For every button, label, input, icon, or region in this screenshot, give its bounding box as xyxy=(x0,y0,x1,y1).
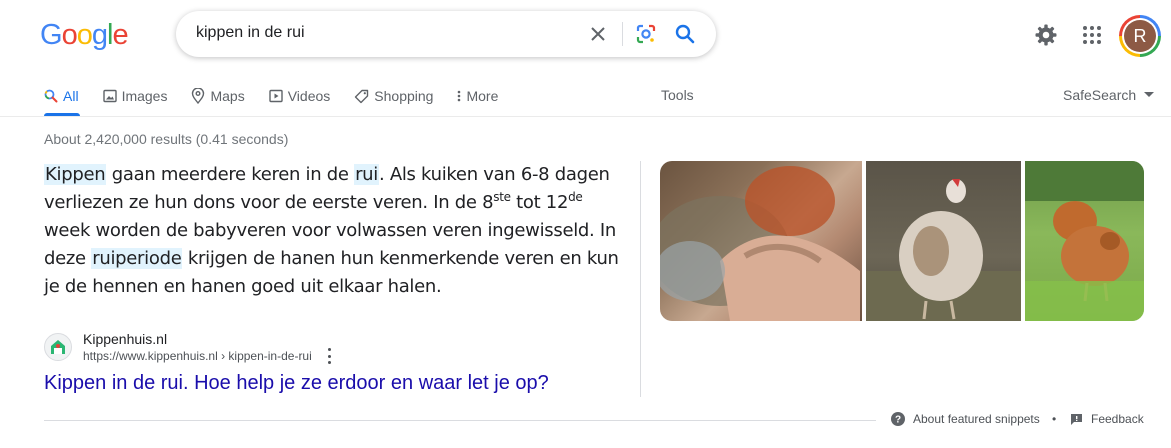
result-stats: About 2,420,000 results (0.41 seconds) xyxy=(44,131,289,147)
logo-letter: o xyxy=(61,19,78,51)
settings-gear-icon[interactable] xyxy=(1034,23,1058,47)
tab-images[interactable]: Images xyxy=(102,84,168,108)
help-icon: ? xyxy=(891,412,905,426)
header-divider xyxy=(0,116,1171,117)
tab-label: Shopping xyxy=(374,88,434,104)
snippet-image-hens-garden[interactable] xyxy=(1025,161,1144,321)
logo-letter: G xyxy=(40,19,63,51)
search-input[interactable]: kippen in de rui xyxy=(196,24,305,42)
tab-shopping[interactable]: Shopping xyxy=(354,84,433,108)
caret-down-icon xyxy=(1144,92,1155,98)
snippet-footer-divider xyxy=(44,420,876,421)
search-tabs: All Images Maps Videos Shopping More xyxy=(44,84,522,112)
snippet-image-molting-chicken[interactable] xyxy=(866,161,1021,321)
highlight: rui xyxy=(354,164,379,185)
snippet-images xyxy=(660,161,1144,321)
feedback-button[interactable]: Feedback xyxy=(1070,412,1144,426)
tab-label: Images xyxy=(121,88,168,104)
site-name[interactable]: Kippenhuis.nl xyxy=(83,331,167,347)
more-options-icon[interactable] xyxy=(325,348,333,364)
feedback-icon xyxy=(1070,413,1083,426)
site-favicon[interactable] xyxy=(44,333,72,361)
snippet-divider xyxy=(640,161,641,397)
apps-grid-icon[interactable] xyxy=(1080,23,1104,47)
search-icon xyxy=(44,89,58,103)
about-snippets-label: About featured snippets xyxy=(913,412,1040,426)
account-avatar[interactable]: R xyxy=(1119,15,1161,57)
snippet-text: gaan meerdere keren in de xyxy=(106,164,355,185)
play-icon xyxy=(269,89,283,103)
avatar-inner-ring: R xyxy=(1122,18,1158,54)
site-url[interactable]: https://www.kippenhuis.nl › kippen-in-de… xyxy=(83,349,312,363)
superscript: ste xyxy=(493,190,511,204)
avatar-letter: R xyxy=(1124,20,1156,52)
safesearch-label: SafeSearch xyxy=(1063,87,1137,103)
featured-snippet-text: Kippen gaan meerdere keren in de rui. Al… xyxy=(44,161,624,301)
snippet-image-hand-chicken[interactable] xyxy=(660,161,862,321)
footer-separator: • xyxy=(1052,412,1057,426)
snippet-text: tot 12 xyxy=(510,192,569,213)
tab-label: All xyxy=(63,88,79,104)
logo-letter: g xyxy=(91,19,108,51)
tools-button[interactable]: Tools xyxy=(661,87,694,103)
lens-icon[interactable] xyxy=(634,22,658,46)
superscript: de xyxy=(568,190,583,204)
feedback-label: Feedback xyxy=(1091,412,1144,426)
tab-maps[interactable]: Maps xyxy=(191,84,245,108)
safesearch-button[interactable]: SafeSearch xyxy=(1063,87,1155,103)
highlight: ruiperiode xyxy=(91,248,183,269)
search-divider xyxy=(622,22,623,46)
tag-icon xyxy=(354,89,369,104)
result-title-link[interactable]: Kippen in de rui. Hoe help je ze erdoor … xyxy=(44,372,549,395)
search-box[interactable]: kippen in de rui xyxy=(176,11,716,57)
tab-label: Maps xyxy=(210,88,245,104)
tab-label: Videos xyxy=(287,88,331,104)
google-logo[interactable]: Google xyxy=(40,19,129,52)
clear-icon[interactable] xyxy=(586,22,610,46)
more-vert-icon xyxy=(457,89,461,103)
map-pin-icon xyxy=(191,88,205,104)
highlight: Kippen xyxy=(44,164,107,185)
image-icon xyxy=(102,89,117,103)
svg-text:?: ? xyxy=(895,415,901,426)
tab-all[interactable]: All xyxy=(44,84,79,108)
tab-videos[interactable]: Videos xyxy=(269,84,331,108)
about-featured-snippets[interactable]: ? About featured snippets xyxy=(891,412,1040,426)
logo-letter: o xyxy=(76,19,93,51)
search-icon[interactable] xyxy=(673,22,697,46)
logo-letter: e xyxy=(112,19,128,51)
tab-more[interactable]: More xyxy=(457,84,498,108)
tab-label: More xyxy=(466,88,499,104)
